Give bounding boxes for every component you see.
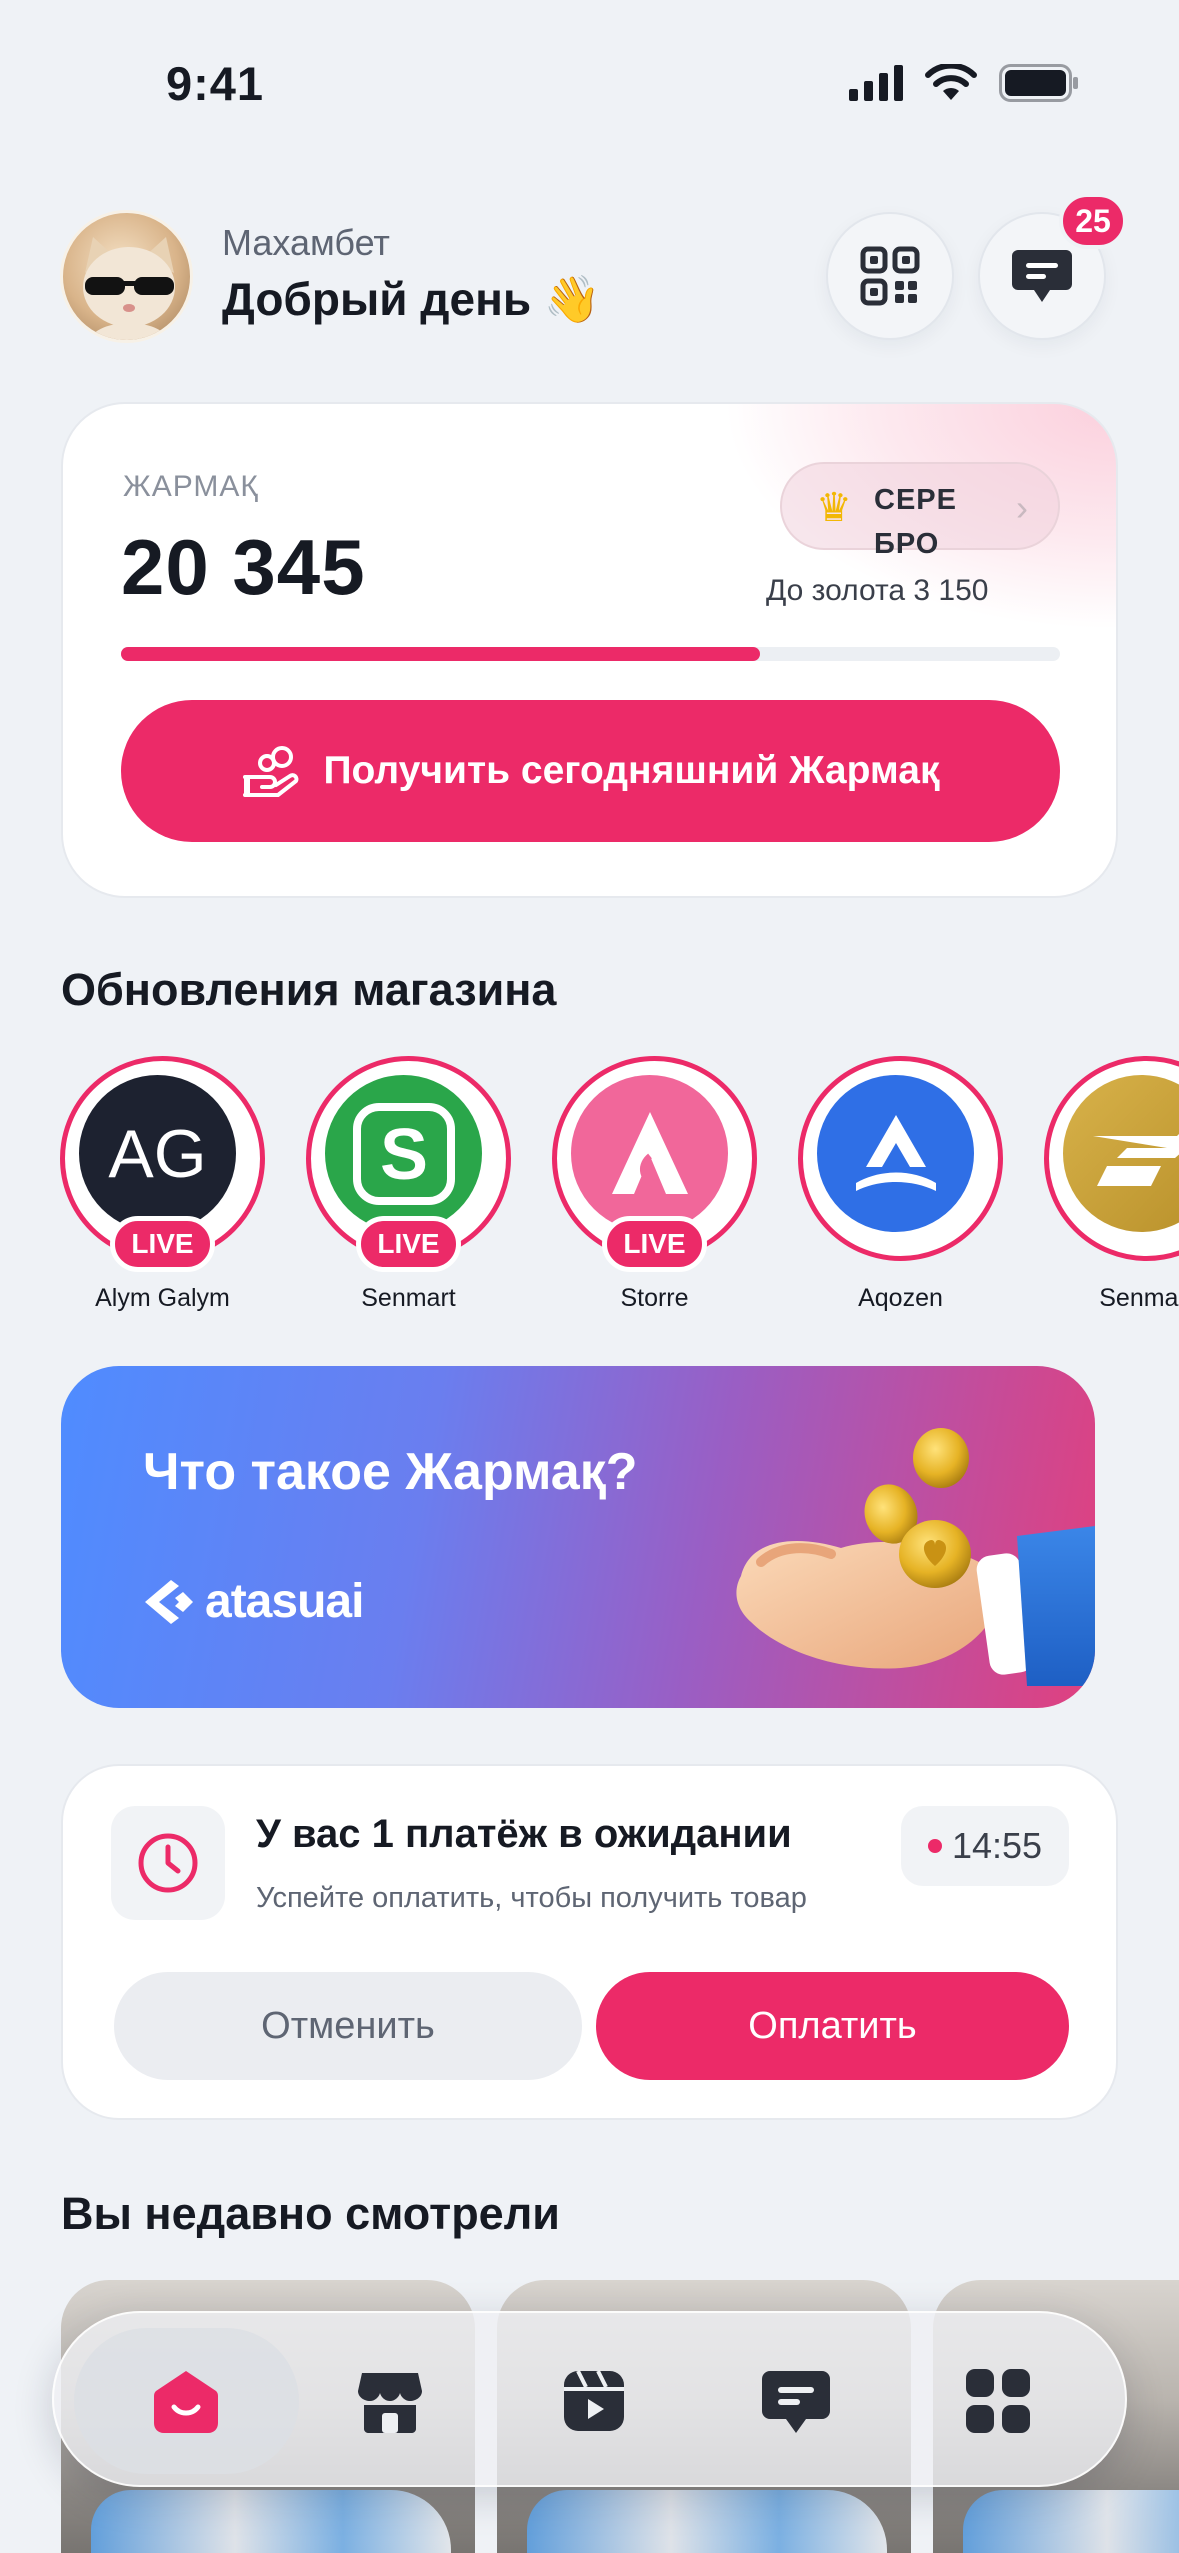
- tier-progress-fill: [121, 647, 760, 661]
- payment-timer: 14:55: [901, 1806, 1069, 1886]
- tab-menu[interactable]: [958, 2361, 1038, 2441]
- product-image: [963, 2490, 1179, 2553]
- story-name: Senmart: [361, 1284, 456, 1312]
- tier-progress-bar: [121, 647, 1060, 661]
- crown-icon: ♛: [816, 486, 852, 530]
- bottom-tab-bar: [52, 2311, 1127, 2487]
- aqozen-logo-icon: [855, 1114, 936, 1191]
- store-initials: AG: [108, 1115, 207, 1192]
- chevron-right-icon: ›: [1016, 487, 1028, 528]
- video-icon: [564, 2370, 624, 2431]
- store-logo-senmart: S: [325, 1075, 482, 1232]
- qr-code-button[interactable]: [826, 212, 954, 340]
- story-name: Alym Galym: [95, 1284, 230, 1312]
- tier-label: СЕРЕ БРО: [874, 484, 957, 560]
- recently-viewed-title: Вы недавно смотрели: [61, 2188, 560, 2239]
- clock-icon: [138, 1833, 198, 1893]
- pending-payment-card: У вас 1 платёж в ожидании Успейте оплати…: [61, 1764, 1118, 2120]
- store-logo-storre: [571, 1075, 728, 1232]
- tier-button[interactable]: ♛ СЕРЕ БРО ›: [780, 462, 1060, 560]
- story-name: Senmart: [1099, 1284, 1179, 1312]
- cancel-payment-button[interactable]: Отменить: [114, 1972, 582, 2080]
- chat-bubble-icon: [1012, 250, 1072, 302]
- loyalty-label: ЖАРМАҚ: [123, 470, 259, 503]
- product-image: [527, 2490, 887, 2553]
- chat-icon: [762, 2371, 830, 2433]
- tab-home[interactable]: [146, 2361, 226, 2441]
- claim-daily-label: Получить сегодняшний Жармақ: [323, 749, 940, 792]
- loyalty-points: 20 345: [121, 523, 366, 611]
- status-time: 9:41: [166, 57, 265, 110]
- messages-count-badge: 25: [1059, 193, 1127, 249]
- status-bar: 9:41: [0, 0, 1179, 150]
- store-updates-title: Обновления магазина: [61, 964, 557, 1015]
- brand-name: atasuai: [205, 1575, 364, 1628]
- wing-logo-icon: [1092, 1133, 1179, 1186]
- store-logo-alym-galym: AG: [79, 1075, 236, 1232]
- senmart-logo-icon: S: [352, 1102, 455, 1205]
- store-stories-row: AG LIVE Alym Galym S LIVE Senmart LIVE S…: [0, 1056, 1179, 1316]
- pending-payment-title: У вас 1 платёж в ожидании: [256, 1812, 792, 1856]
- greeting-text: Добрый день 👋: [222, 273, 602, 325]
- cellular-signal-icon: [849, 65, 903, 101]
- battery-icon: [999, 64, 1078, 102]
- timer-dot-icon: [927, 1839, 942, 1853]
- live-badge: LIVE: [356, 1216, 461, 1272]
- store-logo-aqozen: [817, 1075, 974, 1232]
- qr-code-icon: [860, 246, 920, 306]
- svg-text:S: S: [379, 1115, 427, 1195]
- timer-value: 14:55: [951, 1825, 1043, 1866]
- promo-banner[interactable]: Что такое Жармақ? atasuai: [61, 1366, 1095, 1708]
- hand-coins-icon: [242, 746, 298, 797]
- live-badge: LIVE: [602, 1216, 707, 1272]
- tab-stores[interactable]: [350, 2361, 430, 2441]
- user-name: Махамбет: [222, 222, 390, 263]
- next-tier-text: До золота 3 150: [766, 574, 989, 607]
- grid-icon: [966, 2369, 1030, 2433]
- status-icons: [849, 64, 1079, 102]
- brand-logo: atasuai: [143, 1574, 364, 1629]
- pay-button[interactable]: Оплатить: [596, 1972, 1069, 2080]
- pending-payment-subtitle: Успейте оплатить, чтобы получить товар: [256, 1882, 807, 1914]
- cat-avatar-icon: [83, 237, 175, 340]
- promo-title: Что такое Жармақ?: [143, 1443, 638, 1501]
- tab-videos[interactable]: [554, 2361, 634, 2441]
- avatar[interactable]: [60, 210, 193, 343]
- home-icon: [154, 2371, 218, 2433]
- storre-logo-icon: [611, 1111, 688, 1194]
- claim-daily-button[interactable]: Получить сегодняшний Жармақ: [121, 700, 1060, 842]
- product-image: [91, 2490, 451, 2553]
- tab-messages[interactable]: [756, 2361, 836, 2441]
- wifi-icon: [925, 64, 977, 100]
- story-name: Storre: [620, 1284, 689, 1312]
- store-icon: [358, 2373, 422, 2433]
- loyalty-card: ЖАРМАҚ 20 345 ♛ СЕРЕ БРО › До золота 3 15…: [61, 402, 1118, 898]
- story-name: Aqozen: [858, 1284, 943, 1312]
- hand-with-coins-illustration: [736, 1428, 1095, 1686]
- clock-icon-box: [111, 1806, 225, 1920]
- atasuai-logo-icon: [145, 1579, 193, 1624]
- live-badge: LIVE: [110, 1216, 215, 1272]
